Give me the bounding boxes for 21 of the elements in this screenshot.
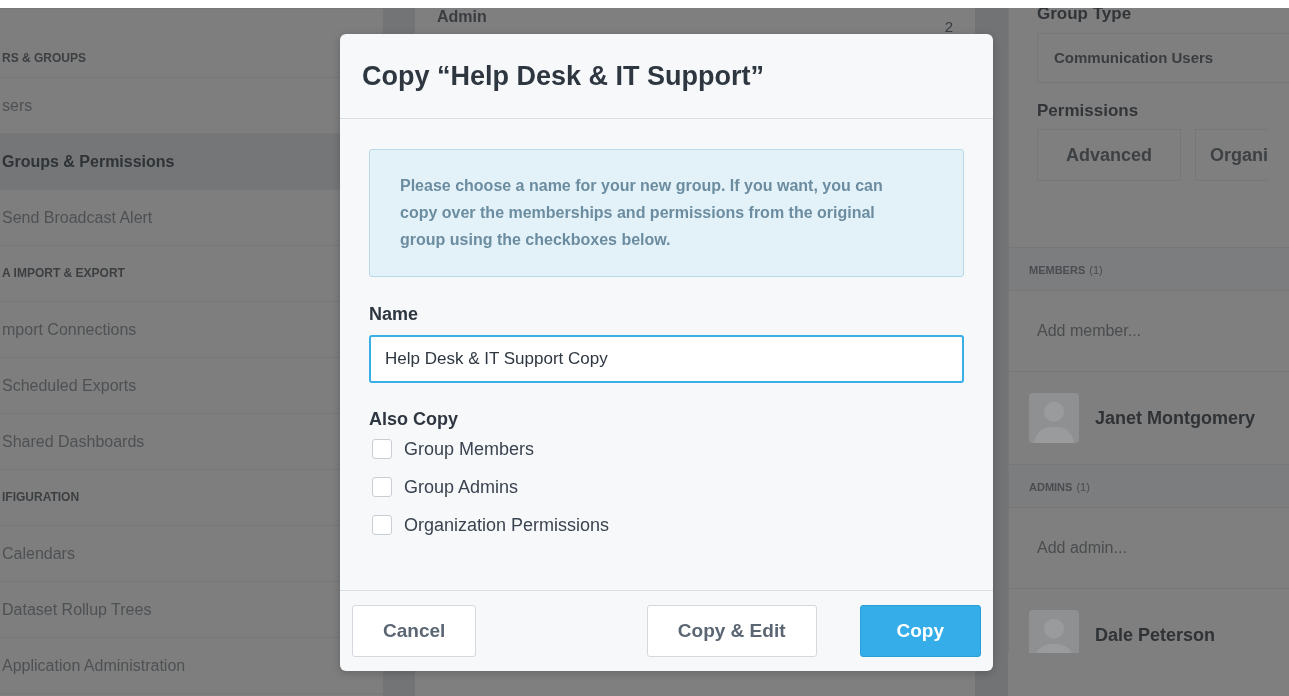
group-type-select[interactable]: Communication Users xyxy=(1037,33,1289,83)
avatar-icon xyxy=(1029,610,1079,653)
info-message: Please choose a name for your new group. If you want, you can copy over the memberships and permissions from the original group using the checkboxes below. xyxy=(369,149,964,277)
checkbox-label[interactable]: Group Members xyxy=(404,438,535,460)
checkbox-label[interactable]: Group Admins xyxy=(404,476,519,498)
permission-button[interactable]: Advanced xyxy=(1037,129,1182,181)
checkbox[interactable] xyxy=(372,439,392,459)
checkbox-label[interactable]: Organization Permissions xyxy=(404,514,610,536)
field-label: Group Type xyxy=(1037,8,1133,20)
field-label: Permissions xyxy=(1037,101,1140,121)
person-name[interactable]: Janet Montgomery xyxy=(1095,407,1256,429)
permission-button[interactable]: Organi xyxy=(1195,129,1269,181)
avatar-icon xyxy=(1029,393,1079,443)
name-input[interactable]: Help Desk & IT Support Copy xyxy=(369,335,964,383)
dialog-button[interactable]: Cancel xyxy=(352,605,477,657)
dialog-button[interactable]: Copy & Edit xyxy=(646,605,817,657)
checkbox[interactable] xyxy=(372,515,392,535)
checkbox[interactable] xyxy=(372,477,392,497)
person-name[interactable]: Dale Peterson xyxy=(1095,624,1216,646)
primary-button[interactable]: Copy xyxy=(859,605,981,657)
member-count: 2 xyxy=(944,18,953,37)
